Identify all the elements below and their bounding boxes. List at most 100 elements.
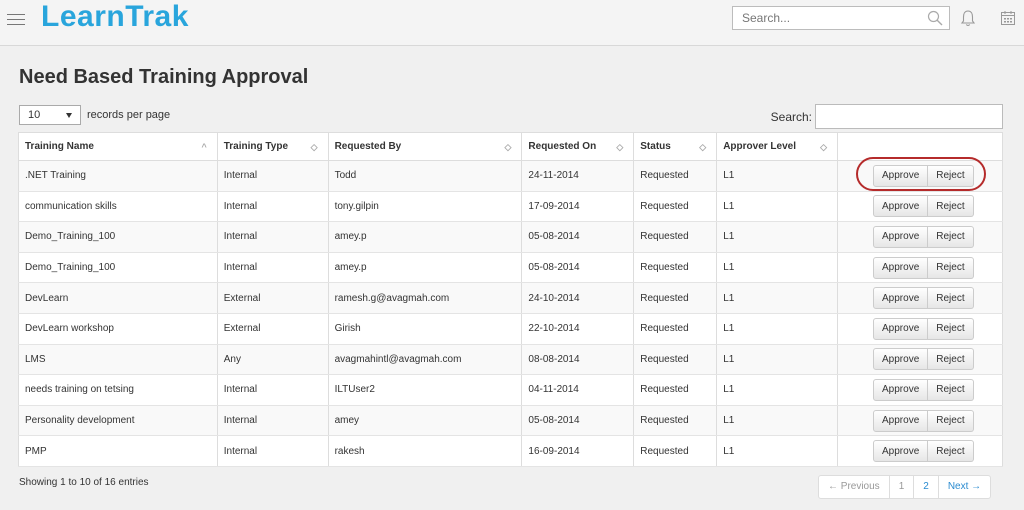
training-type-cell: Internal bbox=[216, 252, 329, 284]
reject-button[interactable]: Reject bbox=[928, 378, 974, 401]
table-header-row: Training Name ^ Training Type ◇ Requested … bbox=[18, 132, 1003, 161]
table-row: Demo_Training_100 Internal amey.p 05-08-201… bbox=[18, 221, 1003, 253]
previous-page-button[interactable]: ← Previous bbox=[819, 476, 890, 498]
table-row: PMP Internal rakesh 16-09-2014 Requested L1 Ap… bbox=[18, 435, 1003, 467]
reject-button[interactable]: Reject bbox=[928, 348, 974, 371]
page-length-value: 10 bbox=[28, 109, 41, 121]
search-icon[interactable] bbox=[927, 10, 943, 26]
status-cell: Requested bbox=[633, 282, 718, 314]
app-logo[interactable]: LearnTrak bbox=[41, 0, 189, 34]
approve-reject-group: Approve Reject bbox=[873, 287, 974, 310]
col-requested-on[interactable]: Requested On ◇ bbox=[521, 132, 635, 161]
approve-button[interactable]: Approve bbox=[873, 409, 929, 432]
table-search-input[interactable] bbox=[815, 104, 1003, 129]
col-approver-level[interactable]: Approver Level ◇ bbox=[716, 132, 839, 161]
reject-button[interactable]: Reject bbox=[928, 164, 974, 187]
approver-level-cell: L1 bbox=[716, 221, 839, 253]
approver-level-cell: L1 bbox=[716, 313, 839, 345]
training-approval-table: Training Name ^ Training Type ◇ Requested … bbox=[18, 132, 1003, 467]
approve-button[interactable]: Approve bbox=[873, 317, 929, 340]
approve-button[interactable]: Approve bbox=[873, 287, 929, 310]
sort-icon: ◇ bbox=[616, 142, 624, 152]
training-name-cell: .NET Training bbox=[18, 160, 218, 192]
requested-by-cell: ILTUser2 bbox=[327, 374, 523, 406]
global-search-input[interactable] bbox=[733, 7, 913, 29]
page-2-button[interactable]: 2 bbox=[914, 476, 939, 498]
approver-level-cell: L1 bbox=[716, 405, 839, 437]
training-type-cell: External bbox=[216, 282, 329, 314]
approve-button[interactable]: Approve bbox=[873, 440, 929, 463]
approve-button[interactable]: Approve bbox=[873, 195, 929, 218]
reject-button[interactable]: Reject bbox=[928, 225, 974, 248]
table-search-label: Search: bbox=[770, 109, 812, 124]
page-1-button[interactable]: 1 bbox=[890, 476, 915, 498]
actions-cell: Approve Reject bbox=[837, 313, 1003, 345]
requested-by-cell: rakesh bbox=[327, 435, 523, 467]
approve-button[interactable]: Approve bbox=[873, 378, 929, 401]
col-training-type[interactable]: Training Type ◇ bbox=[216, 132, 329, 161]
approve-reject-group: Approve Reject bbox=[873, 378, 974, 401]
top-bar: LearnTrak bbox=[0, 0, 1024, 46]
requested-on-cell: 08-08-2014 bbox=[521, 344, 635, 376]
menu-icon[interactable] bbox=[7, 10, 25, 26]
training-name-cell: DevLearn bbox=[18, 282, 218, 314]
calendar-icon[interactable] bbox=[1000, 10, 1016, 26]
approver-level-cell: L1 bbox=[716, 374, 839, 406]
reject-button[interactable]: Reject bbox=[928, 195, 974, 218]
reject-button[interactable]: Reject bbox=[928, 287, 974, 310]
actions-cell: Approve Reject bbox=[837, 374, 1003, 406]
col-requested-by[interactable]: Requested By ◇ bbox=[327, 132, 523, 161]
approve-button[interactable]: Approve bbox=[873, 348, 929, 371]
actions-cell: Approve Reject bbox=[837, 221, 1003, 253]
training-name-cell: Demo_Training_100 bbox=[18, 252, 218, 284]
table-body: .NET Training Internal Todd 24-11-2014 Reque… bbox=[18, 160, 1003, 467]
approve-button[interactable]: Approve bbox=[873, 164, 929, 187]
reject-button[interactable]: Reject bbox=[928, 409, 974, 432]
approve-reject-group: Approve Reject bbox=[873, 440, 974, 463]
global-search bbox=[732, 6, 950, 30]
table-row: needs training on tetsing Internal ILTUser… bbox=[18, 374, 1003, 406]
col-training-name[interactable]: Training Name ^ bbox=[18, 132, 218, 161]
sort-icon: ◇ bbox=[310, 142, 318, 152]
status-cell: Requested bbox=[633, 252, 718, 284]
table-row: DevLearn External ramesh.g@avagmah.com 24-1… bbox=[18, 282, 1003, 314]
requested-by-cell: Todd bbox=[327, 160, 523, 192]
status-cell: Requested bbox=[633, 160, 718, 192]
sort-icon: ◇ bbox=[820, 142, 828, 152]
actions-cell: Approve Reject bbox=[837, 282, 1003, 314]
approve-reject-group: Approve Reject bbox=[873, 225, 974, 248]
page-length-select[interactable]: 10 bbox=[19, 105, 81, 125]
reject-button[interactable]: Reject bbox=[928, 440, 974, 463]
reject-button[interactable]: Reject bbox=[928, 256, 974, 279]
training-name-cell: PMP bbox=[18, 435, 218, 467]
requested-by-cell: amey bbox=[327, 405, 523, 437]
training-name-cell: needs training on tetsing bbox=[18, 374, 218, 406]
approve-reject-group: Approve Reject bbox=[873, 317, 974, 340]
training-type-cell: External bbox=[216, 313, 329, 345]
training-type-cell: Internal bbox=[216, 374, 329, 406]
col-status[interactable]: Status ◇ bbox=[633, 132, 718, 161]
requested-on-cell: 22-10-2014 bbox=[521, 313, 635, 345]
training-name-cell: Personality development bbox=[18, 405, 218, 437]
approve-button[interactable]: Approve bbox=[873, 225, 929, 248]
approver-level-cell: L1 bbox=[716, 282, 839, 314]
requested-on-cell: 24-11-2014 bbox=[521, 160, 635, 192]
training-type-cell: Internal bbox=[216, 435, 329, 467]
training-name-cell: communication skills bbox=[18, 191, 218, 223]
status-cell: Requested bbox=[633, 374, 718, 406]
table-row: communication skills Internal tony.gilpin 1… bbox=[18, 191, 1003, 223]
training-type-cell: Any bbox=[216, 344, 329, 376]
actions-cell: Approve Reject bbox=[837, 252, 1003, 284]
reject-button[interactable]: Reject bbox=[928, 317, 974, 340]
approve-button[interactable]: Approve bbox=[873, 256, 929, 279]
actions-cell: Approve Reject bbox=[837, 405, 1003, 437]
requested-on-cell: 24-10-2014 bbox=[521, 282, 635, 314]
sort-icon: ◇ bbox=[504, 142, 512, 152]
training-type-cell: Internal bbox=[216, 191, 329, 223]
requested-by-cell: amey.p bbox=[327, 221, 523, 253]
status-cell: Requested bbox=[633, 191, 718, 223]
actions-cell: Approve Reject bbox=[837, 160, 1003, 192]
bell-icon[interactable] bbox=[960, 9, 976, 27]
page-length-label: records per page bbox=[87, 109, 171, 121]
next-page-button[interactable]: Next → bbox=[939, 476, 990, 498]
